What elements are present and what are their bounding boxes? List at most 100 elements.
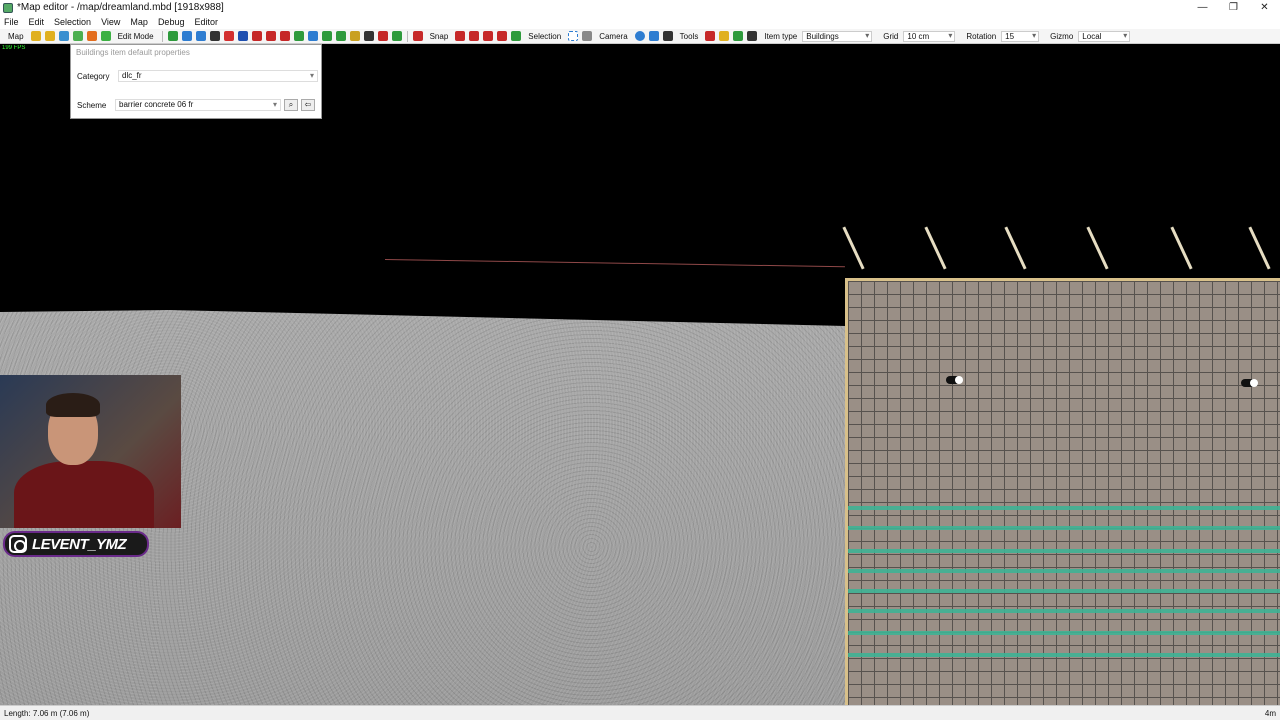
camera-button[interactable]: Camera	[599, 32, 627, 41]
filter-icon[interactable]	[648, 31, 659, 41]
sun-icon[interactable]	[719, 31, 730, 41]
grid-select[interactable]: 10 cm	[903, 30, 956, 42]
link-icon[interactable]	[209, 31, 220, 41]
lamp-object	[1241, 379, 1258, 387]
window-title: *Map editor - /map/dreamland.mbd [1918x9…	[17, 2, 224, 13]
refresh-icon[interactable]	[293, 31, 304, 41]
search-scheme-icon[interactable]: ⌕	[284, 99, 298, 111]
fps-counter: 199 FPS	[2, 45, 26, 51]
restore-button[interactable]: ❐	[1218, 0, 1249, 15]
upload-icon[interactable]	[72, 31, 83, 41]
menu-selection[interactable]: Selection	[54, 17, 91, 27]
settings-icon[interactable]	[733, 31, 744, 41]
menu-view[interactable]: View	[101, 17, 120, 27]
add-icon[interactable]	[167, 31, 178, 41]
tree-icon[interactable]	[391, 31, 402, 41]
selection-button[interactable]: Selection	[528, 32, 561, 41]
rotation-select[interactable]: 15	[1001, 30, 1040, 42]
menu-map[interactable]: Map	[130, 17, 148, 27]
fence-post	[1248, 226, 1271, 270]
category-label: Category	[77, 71, 110, 81]
rotation-label: Rotation	[966, 31, 997, 41]
toolbar-divider	[161, 30, 163, 42]
gizmo-label: Gizmo	[1050, 31, 1074, 41]
close-button[interactable]: ✕	[1249, 0, 1280, 15]
length-readout: Length: 7.06 m (7.06 m)	[4, 708, 90, 718]
title-bar: *Map editor - /map/dreamland.mbd [1918x9…	[0, 0, 1280, 15]
fence-post	[842, 226, 865, 270]
pause-icon[interactable]	[662, 31, 673, 41]
fence-post	[1004, 226, 1027, 270]
swap-icon[interactable]	[195, 31, 206, 41]
scheme-label: Scheme	[77, 100, 107, 110]
minimize-button[interactable]: —	[1187, 0, 1218, 15]
menu-debug[interactable]: Debug	[158, 17, 185, 27]
curve-icon[interactable]	[279, 31, 290, 41]
pick-scheme-icon[interactable]: ⇦	[301, 99, 315, 111]
map-label[interactable]: Map	[8, 32, 24, 41]
menu-edit[interactable]: Edit	[29, 17, 45, 27]
road-icon[interactable]	[321, 31, 332, 41]
category-select[interactable]: dlc_fr	[118, 70, 318, 82]
category-row: Category dlc_fr	[77, 70, 318, 82]
snap-tool-icon[interactable]	[412, 31, 423, 41]
item-type-label: Item type	[764, 31, 798, 41]
palette-icon[interactable]	[705, 31, 716, 41]
properties-icon[interactable]	[237, 31, 248, 41]
menu-bar: File Edit Selection View Map Debug Edito…	[0, 15, 1280, 29]
menu-editor[interactable]: Editor	[194, 17, 218, 27]
lasso-icon[interactable]	[582, 31, 593, 41]
model-icon[interactable]	[363, 31, 374, 41]
menu-file[interactable]: File	[4, 17, 19, 27]
app-icon	[3, 2, 13, 13]
panel-header: Buildings item default properties	[76, 48, 190, 57]
lamp-object	[946, 376, 963, 384]
sign-icon[interactable]	[349, 31, 360, 41]
star-icon[interactable]	[30, 31, 41, 41]
gizmo-select[interactable]: Local	[1078, 30, 1131, 42]
fence-post	[1170, 226, 1193, 270]
save-icon[interactable]	[58, 31, 69, 41]
fence-post	[1086, 226, 1109, 270]
rect-select-icon[interactable]	[568, 31, 579, 41]
status-bar: Length: 7.06 m (7.06 m) 4m	[0, 705, 1280, 720]
rotate-icon[interactable]	[307, 31, 318, 41]
car-icon[interactable]	[377, 31, 388, 41]
move-icon[interactable]	[181, 31, 192, 41]
rail-track	[848, 653, 1280, 657]
open-folder-icon[interactable]	[44, 31, 55, 41]
item-type-select[interactable]: Buildings	[802, 30, 873, 42]
magnet-icon[interactable]	[511, 31, 522, 41]
map-viewport[interactable]: 199 FPS	[0, 45, 1280, 705]
edit-mode-button[interactable]: Edit Mode	[118, 32, 154, 41]
scheme-row: Scheme barrier concrete 06 fr ⌕ ⇦	[77, 99, 315, 111]
magnet-icon[interactable]	[497, 31, 508, 41]
rail-track	[848, 589, 1280, 593]
rail-track	[848, 526, 1280, 530]
play-icon[interactable]	[100, 31, 111, 41]
camera-icon[interactable]	[634, 31, 645, 41]
terrain-icon[interactable]	[335, 31, 346, 41]
snap-button[interactable]: Snap	[430, 32, 449, 41]
search-icon[interactable]	[747, 31, 758, 41]
flag-icon[interactable]	[251, 31, 262, 41]
tools-button[interactable]: Tools	[680, 32, 699, 41]
marker-icon[interactable]	[265, 31, 276, 41]
webcam-person-hair	[46, 393, 100, 417]
rail-track	[848, 569, 1280, 573]
download-icon[interactable]	[86, 31, 97, 41]
fence-post	[924, 226, 947, 270]
item-properties-panel: Buildings item default properties Catego…	[70, 44, 322, 119]
webcam-person-body	[14, 461, 154, 528]
magnet-icon[interactable]	[483, 31, 494, 41]
magnet-icon[interactable]	[469, 31, 480, 41]
magnet-icon[interactable]	[455, 31, 466, 41]
rail-track	[848, 506, 1280, 510]
grid-label: Grid	[883, 31, 899, 41]
rail-track	[848, 631, 1280, 635]
webcam-overlay	[0, 375, 181, 528]
delete-icon[interactable]	[223, 31, 234, 41]
scheme-select[interactable]: barrier concrete 06 fr	[115, 99, 281, 111]
rail-yard-building	[845, 278, 1280, 705]
rail-track	[848, 609, 1280, 613]
